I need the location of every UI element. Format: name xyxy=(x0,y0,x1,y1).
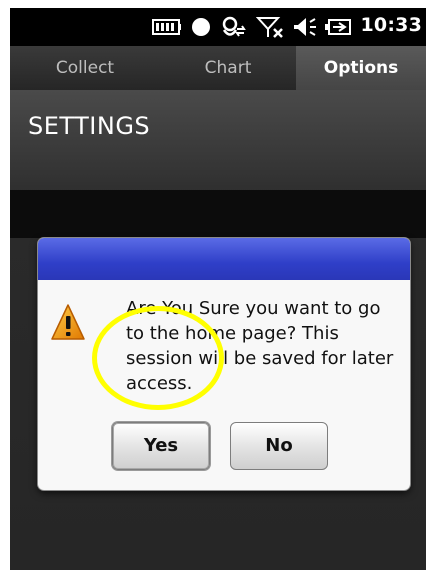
clock: 10:33 xyxy=(360,14,422,36)
person-sync-icon xyxy=(222,16,246,37)
no-button[interactable]: No xyxy=(230,422,328,470)
highlight-circle xyxy=(92,306,224,410)
battery-charging-icon xyxy=(325,19,351,35)
circle-icon xyxy=(192,18,210,36)
no-signal-icon xyxy=(256,17,283,38)
yes-button[interactable]: Yes xyxy=(112,422,210,470)
settings-row xyxy=(10,190,426,238)
status-bar: 10:33 xyxy=(10,8,426,46)
page-title: SETTINGS xyxy=(28,112,151,140)
device-screen: 10:33 Collect Chart Options SETTINGS Are… xyxy=(10,8,426,570)
settings-page: SETTINGS Are You Sure you want to go to … xyxy=(10,90,426,570)
dialog-header xyxy=(38,238,410,280)
tab-options[interactable]: Options xyxy=(296,46,426,90)
tab-chart[interactable]: Chart xyxy=(160,46,296,90)
battery-grid-icon xyxy=(152,19,181,35)
speaker-icon xyxy=(294,18,316,36)
tab-bar: Collect Chart Options xyxy=(10,46,426,90)
tab-collect[interactable]: Collect xyxy=(10,46,160,90)
warning-icon xyxy=(51,304,85,340)
